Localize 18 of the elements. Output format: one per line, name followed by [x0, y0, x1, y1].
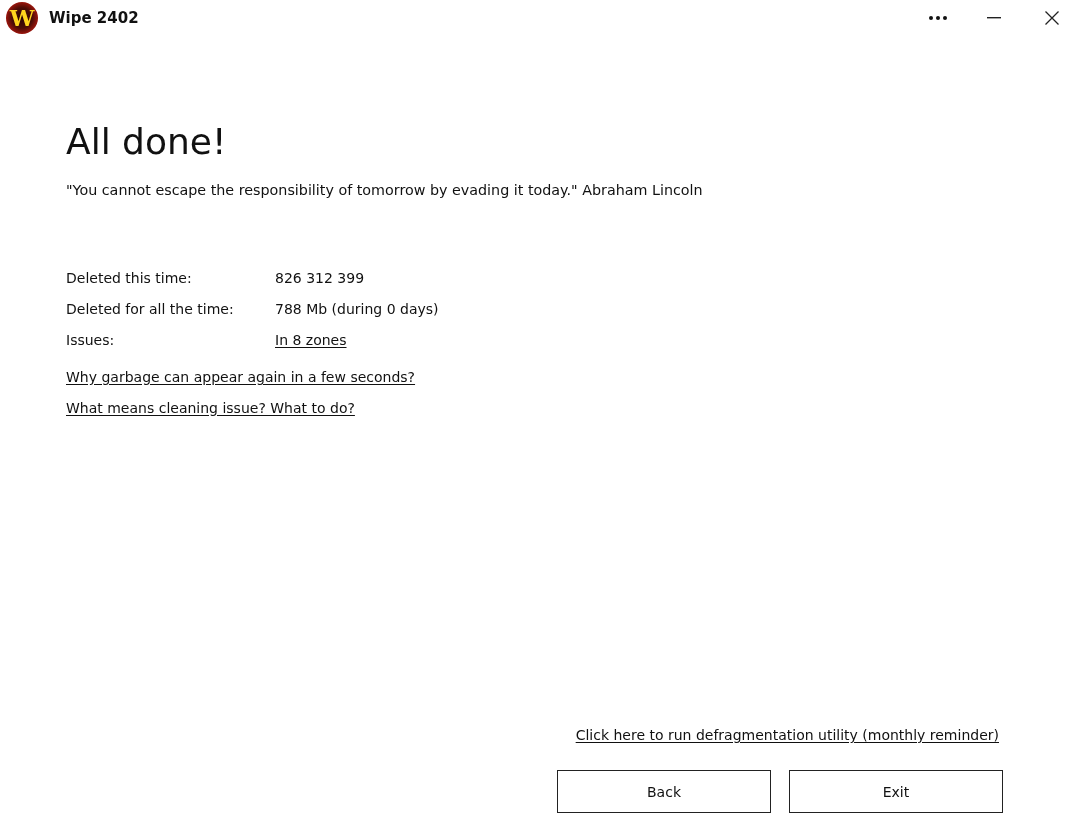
quote-text: "You cannot escape the responsibility of tomorrow by evading it today." Abraham Lincoln [66, 181, 703, 199]
app-logo: W [6, 2, 38, 34]
dialog-button[interactable]: Back [557, 770, 771, 813]
close-icon[interactable] [1045, 11, 1059, 25]
stat-label: Deleted this time: [66, 269, 192, 287]
heading: All done! [66, 120, 227, 164]
stat-link[interactable]: In 8 zones [275, 331, 347, 349]
defrag-link[interactable]: Click here to run defragmentation utility (monthly reminder) [575, 726, 999, 744]
dialog-button[interactable]: Exit [789, 770, 1003, 813]
help-link[interactable]: Why garbage can appear again in a few seconds? [66, 368, 416, 386]
more-icon[interactable] [929, 16, 947, 20]
minimize-icon[interactable] [987, 17, 1001, 19]
stat-label: Issues: [66, 331, 115, 349]
stat-value: 826 312 399 [275, 269, 365, 287]
stat-label: Deleted for all the time: [66, 300, 234, 318]
help-link[interactable]: What means cleaning issue? What to do? [66, 399, 355, 417]
window-title: Wipe 2402 [49, 9, 139, 27]
stat-value: 788 Mb (during 0 days) [275, 300, 439, 318]
